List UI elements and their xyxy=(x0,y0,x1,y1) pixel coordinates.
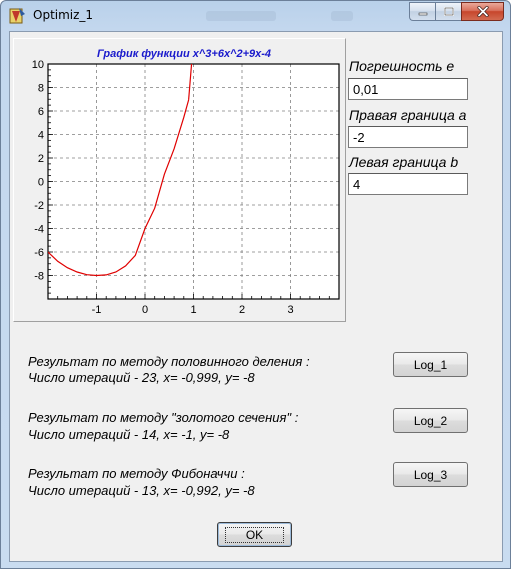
epsilon-label: Погрешность e xyxy=(349,58,455,74)
golden-result-title: Результат по методу "золотого сечения" : xyxy=(28,410,299,425)
function-chart: 10 8 6 4 2 0 -2 -4 -6 -8 -1 0 1 2 3 График функции x^3+… xyxy=(32,48,340,316)
y-tick-label: 10 xyxy=(32,59,44,71)
y-tick-label: 0 xyxy=(38,177,44,189)
x-tick-label: 2 xyxy=(239,304,245,316)
y-tick-label: -6 xyxy=(34,247,44,259)
y-tick-label: 6 xyxy=(38,106,44,118)
bisection-result-title: Результат по методу половинного деления … xyxy=(28,354,310,369)
app-window: Optimiz_1 10 8 6 4 2 0 -2 -4 -6 -8 -1 0 1 2 3 График фу… xyxy=(0,0,511,569)
ok-button[interactable]: OK xyxy=(217,522,292,547)
background-blur xyxy=(206,11,276,21)
right-bound-input[interactable]: -2 xyxy=(348,126,468,148)
log3-button[interactable]: Log_3 xyxy=(393,462,468,487)
left-bound-label: Левая граница b xyxy=(349,154,459,170)
minimize-button[interactable] xyxy=(409,2,435,21)
close-button[interactable] xyxy=(461,2,504,21)
bisection-result-detail: Число итераций - 23, x= -0,999, y= -8 xyxy=(28,370,255,385)
ok-button-label: OK xyxy=(224,526,285,543)
title-bar[interactable]: Optimiz_1 xyxy=(1,1,510,31)
app-logo-icon xyxy=(9,8,25,24)
x-tick-label: 1 xyxy=(190,304,196,316)
close-icon xyxy=(476,6,489,17)
caption-buttons xyxy=(409,2,504,21)
log2-button[interactable]: Log_2 xyxy=(393,408,468,433)
y-tick-label: 8 xyxy=(38,83,44,95)
x-tick-label: -1 xyxy=(92,304,102,316)
fibonacci-result-title: Результат по методу Фибоначчи : xyxy=(28,466,245,481)
y-tick-label: 2 xyxy=(38,153,44,165)
y-tick-label: -8 xyxy=(34,271,44,283)
window-title: Optimiz_1 xyxy=(33,8,94,22)
right-bound-label: Правая граница a xyxy=(349,107,467,123)
x-tick-label: 3 xyxy=(287,304,293,316)
fibonacci-result-detail: Число итераций - 13, x= -0,992, y= -8 xyxy=(28,483,255,498)
chart-title: График функции x^3+6x^2+9x-4 xyxy=(97,48,271,60)
golden-result-detail: Число итераций - 14, x= -1, y= -8 xyxy=(28,427,230,442)
x-tick-label: 0 xyxy=(142,304,148,316)
minimize-icon xyxy=(418,12,427,15)
y-tick-label: 4 xyxy=(38,130,44,142)
maximize-button[interactable] xyxy=(435,2,461,21)
chart-panel: 10 8 6 4 2 0 -2 -4 -6 -8 -1 0 1 2 3 График функции x^3+… xyxy=(13,38,346,322)
maximize-icon xyxy=(443,7,454,16)
background-blur xyxy=(331,11,353,21)
y-tick-label: -4 xyxy=(34,224,44,236)
y-tick-label: -2 xyxy=(34,200,44,212)
log1-button[interactable]: Log_1 xyxy=(393,352,468,377)
left-bound-input[interactable]: 4 xyxy=(348,173,468,195)
epsilon-input[interactable]: 0,01 xyxy=(348,78,468,100)
form-client-area: 10 8 6 4 2 0 -2 -4 -6 -8 -1 0 1 2 3 График функции x^3+… xyxy=(9,31,503,562)
